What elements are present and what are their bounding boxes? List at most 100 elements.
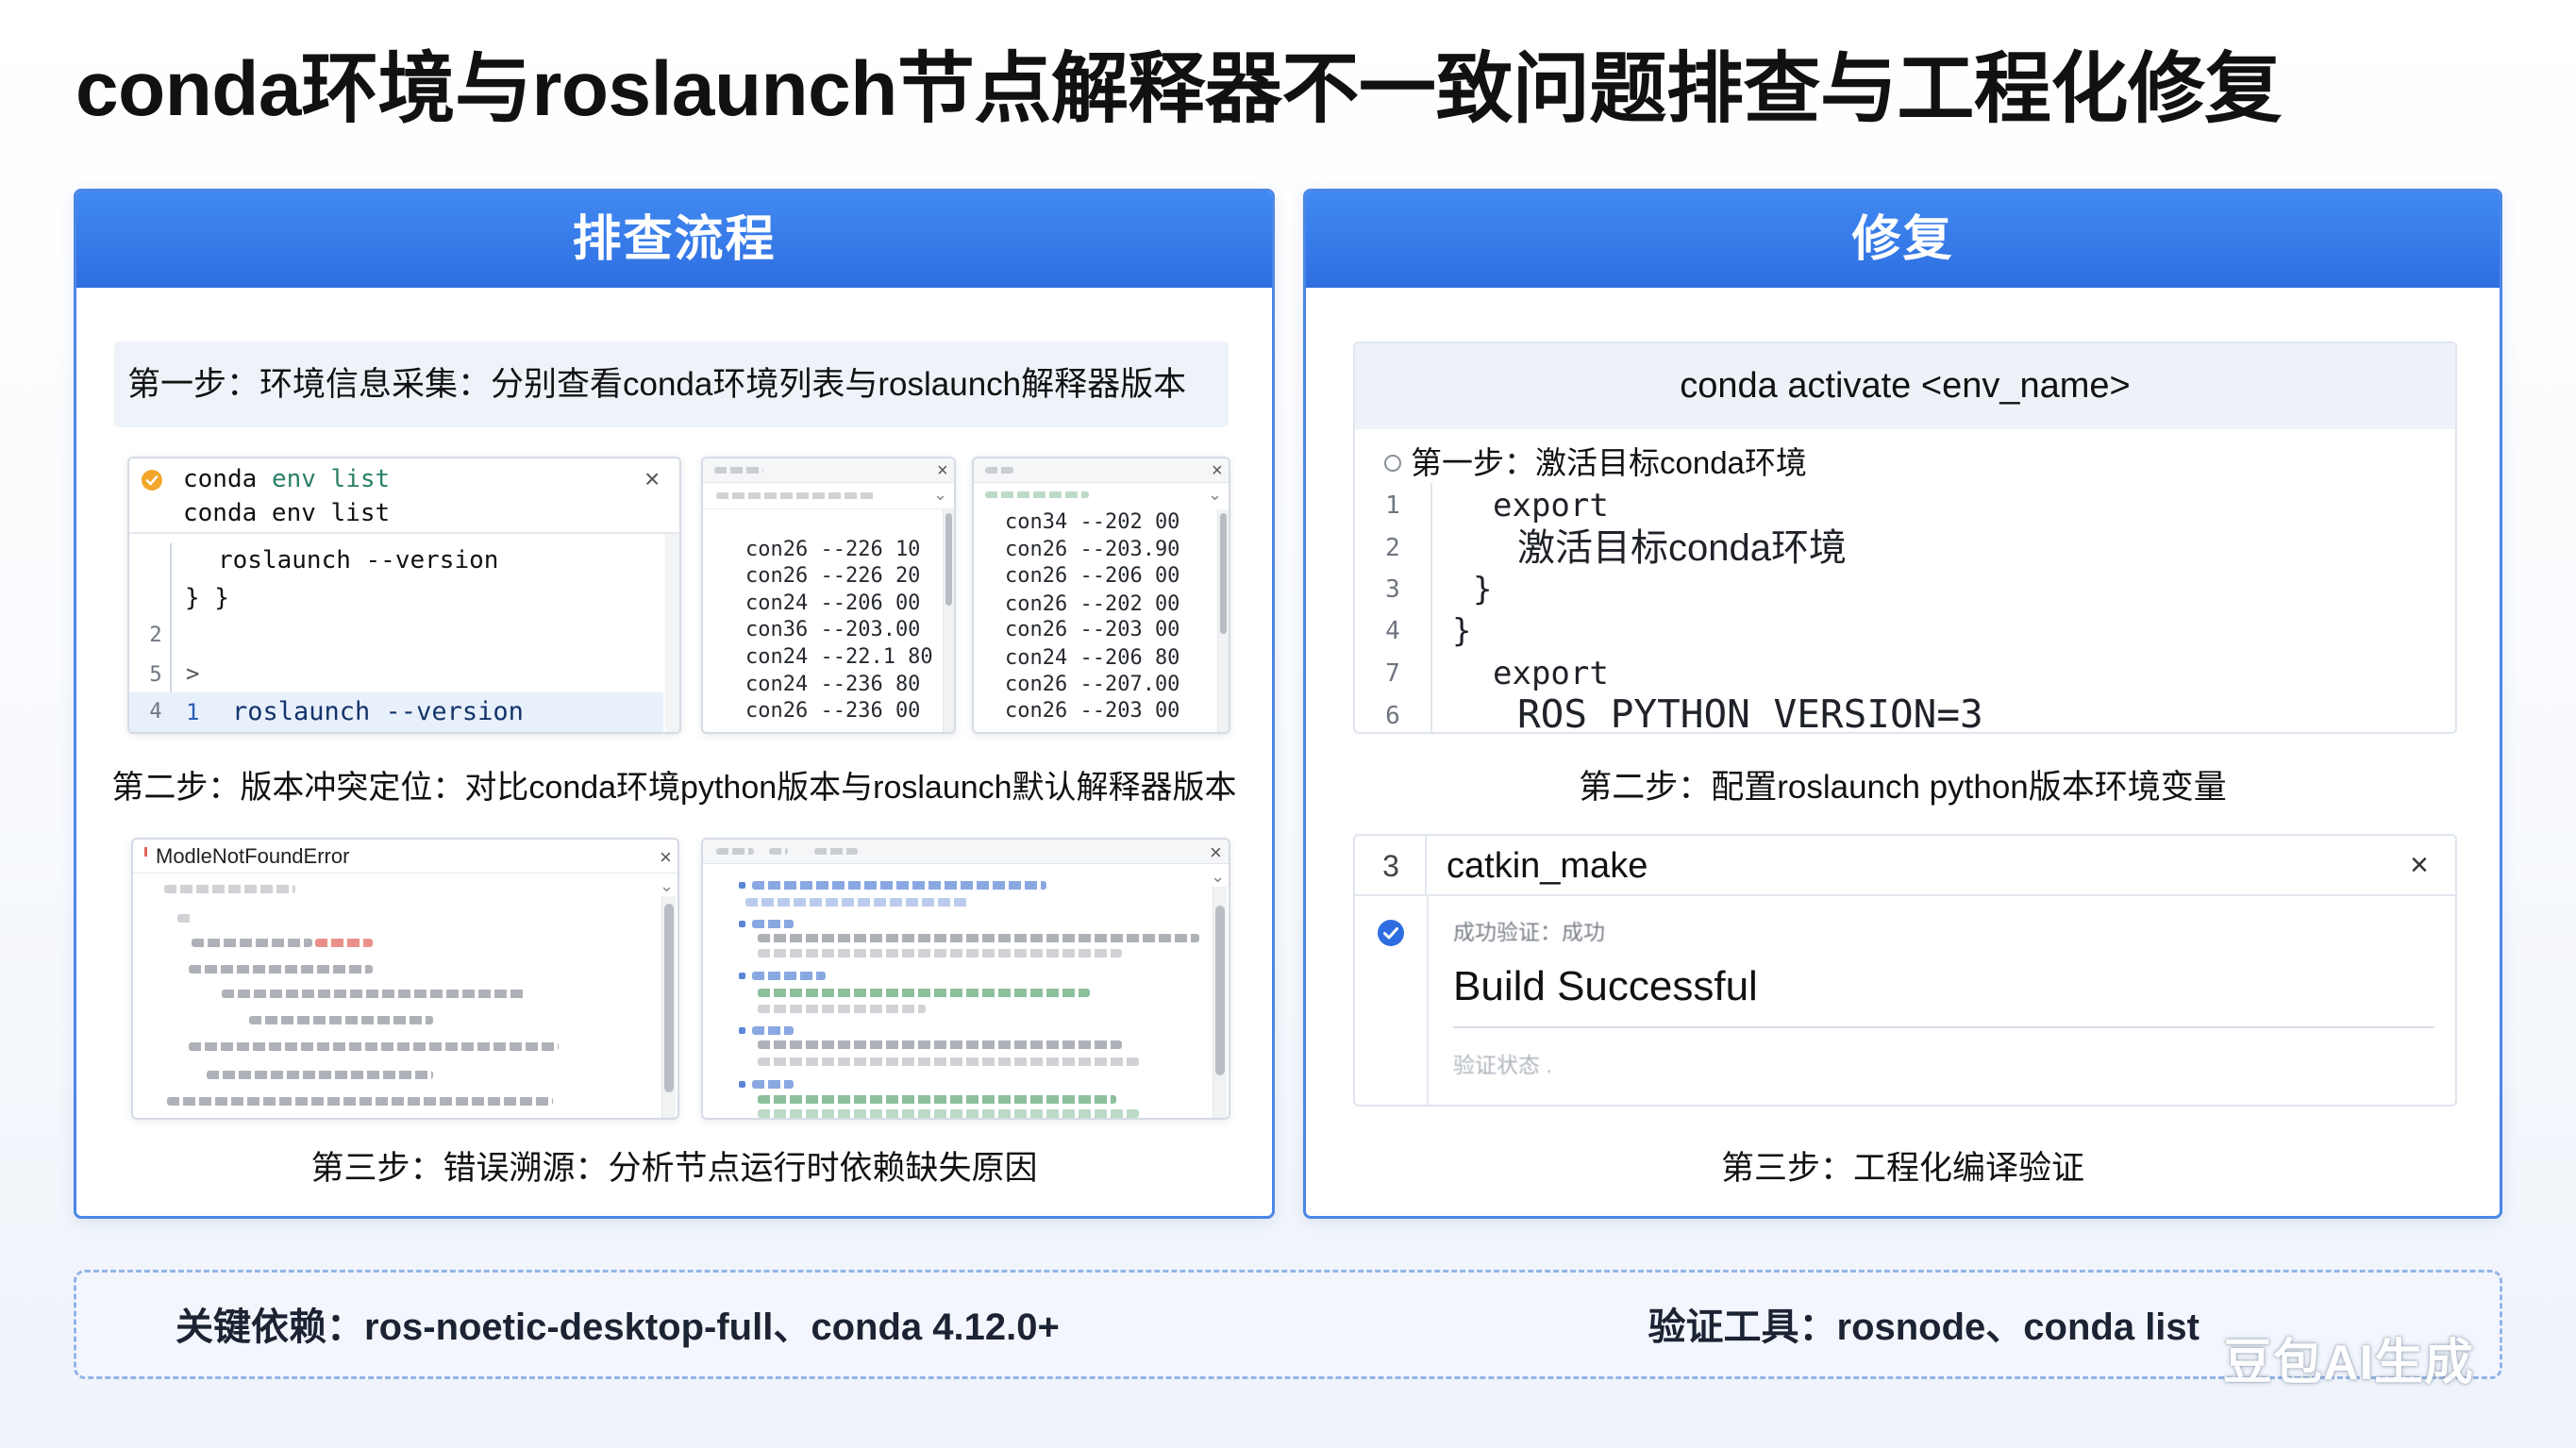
blurred-log-line (758, 1040, 1122, 1049)
scrollbar-thumb[interactable] (1220, 513, 1227, 634)
scrollbar[interactable] (943, 509, 954, 732)
version-line: con26 --226 10 (745, 538, 921, 561)
code-line: 激活目标conda环境 (1517, 527, 1847, 569)
scrollbar[interactable] (1217, 509, 1229, 732)
version-output: con34 --202 00 con26 --203.90 con26 --20… (1005, 458, 1213, 732)
blurred-log-line (745, 898, 969, 907)
code-line: } (1473, 571, 1493, 608)
radio-circle-icon[interactable] (1381, 452, 1404, 474)
blurred-text-line (167, 1097, 553, 1106)
code-line: } (1452, 612, 1472, 650)
line-number: 3 (1382, 849, 1399, 883)
code-line: export (1493, 487, 1609, 524)
version-line: con24 --206 80 (1005, 646, 1180, 670)
line-number: 4 (1385, 617, 1400, 645)
chevron-right-icon[interactable]: > (186, 659, 199, 688)
closing-braces-line: } } (185, 584, 229, 612)
roslaunch-version-line: roslaunch --version (218, 546, 499, 574)
close-icon[interactable]: × (2410, 849, 2429, 881)
error-window-title: ModleNotFoundError (156, 844, 350, 868)
version-output: con26 --226 10 con26 --226 20 con24 --20… (745, 458, 939, 732)
blurred-log-line (758, 989, 1090, 997)
blurred-log-line (752, 1080, 794, 1089)
blurred-text-line (177, 914, 193, 923)
blurred-log-line (752, 1026, 794, 1035)
build-command: catkin_make (1447, 846, 1648, 886)
log-marker (739, 921, 745, 927)
window-titlebar (703, 840, 1229, 864)
build-output-box: 3 catkin_make × 成功验证：成功 Build Successful… (1353, 834, 2457, 1107)
fix-panel-header: 修复 (1306, 191, 2500, 288)
close-icon[interactable]: × (1210, 842, 1222, 863)
blurred-title-text (716, 848, 754, 855)
version-line: con24 --236 80 (745, 673, 921, 696)
footer-info-box: 关键依赖：ros-noetic-desktop-full、conda 4.12.… (74, 1270, 2502, 1379)
blurred-log-line (758, 1109, 1139, 1118)
error-window: ModleNotFoundError × ⌄ (131, 838, 679, 1120)
blurred-title-text (814, 848, 858, 855)
terminal-title: conda env list (183, 463, 390, 495)
line-number: 1 (1385, 491, 1400, 520)
scrollbar-thumb[interactable] (664, 904, 674, 1092)
scrollbar-thumb[interactable] (945, 513, 952, 606)
version-line: con26 --203 00 (1005, 699, 1180, 723)
close-icon[interactable]: × (660, 847, 672, 868)
troubleshooting-panel-header: 排查流程 (76, 191, 1272, 288)
highlighted-line-number: 1 (186, 699, 200, 725)
blurred-log-line (752, 881, 1046, 890)
version-window-a: × ⌄ con26 --226 10 con26 --226 20 con24 … (701, 457, 956, 734)
warning-circle-icon (142, 470, 162, 491)
scrollbar[interactable] (1213, 887, 1227, 1118)
step2-label: 第二步：版本冲突定位：对比conda环境python版本与roslaunch默认… (111, 770, 1237, 806)
step3-label: 第三步：错误溯源：分析节点运行时依赖缺失原因 (310, 1150, 1038, 1187)
highlighted-command: roslaunch --version (232, 697, 524, 726)
code-line: ROS_PYTHON_VERSION=3 (1517, 691, 1983, 734)
log-marker (739, 1027, 745, 1034)
fix-panel: 修复 conda activate <env_name> 第一步：激活目标con… (1303, 189, 2502, 1219)
blurred-text-line (192, 939, 312, 947)
version-line: con26 --203.90 (1005, 538, 1180, 561)
close-icon[interactable]: × (644, 466, 660, 492)
chevron-down-icon[interactable]: ⌄ (660, 877, 674, 894)
blurred-log-line (758, 1095, 1116, 1104)
build-result: Build Successful (1453, 963, 1758, 1009)
watermark: 豆包AI生成 (2223, 1336, 2475, 1390)
chevron-down-icon[interactable]: ⌄ (1211, 868, 1225, 885)
version-line: con26 --236 00 (745, 699, 921, 723)
log-marker (739, 1081, 745, 1088)
close-icon[interactable]: × (1212, 461, 1223, 480)
blurred-log-line (758, 1057, 1139, 1066)
version-line: con36 --203.00 (745, 618, 921, 641)
version-line: con34 --202 00 (1005, 510, 1180, 534)
version-line: con24 --206 00 (745, 591, 921, 615)
troubleshooting-panel: 排查流程 第一步：环境信息采集：分别查看conda环境列表与roslaunch解… (74, 189, 1275, 1219)
error-window-titlebar: ModleNotFoundError (133, 840, 677, 874)
check-circle-icon (1378, 920, 1404, 946)
fix-step2-label: 第二步：配置roslaunch python版本环境变量 (1579, 769, 2227, 806)
line-number: 6 (1385, 702, 1400, 730)
conda-env-terminal: conda env list × conda env list roslaunc… (127, 457, 681, 734)
blurred-log-line (758, 934, 1199, 942)
fix-step3-label: 第三步：工程化编译验证 (1720, 1150, 2084, 1187)
terminal-title-args: env list (271, 465, 391, 493)
dependency-log-window: × ⌄ (701, 838, 1230, 1120)
line-number: 2 (149, 624, 162, 647)
blurred-log-line (752, 920, 794, 928)
scrollbar[interactable] (661, 896, 676, 1118)
scrollbar-thumb[interactable] (1215, 906, 1225, 1075)
version-line: con26 --207.00 (1005, 673, 1180, 696)
error-marker (144, 847, 147, 857)
line-number: 5 (149, 663, 162, 687)
blurred-log-line (758, 949, 1122, 957)
blurred-text-line (164, 885, 295, 893)
blurred-text-line (249, 1016, 433, 1024)
blurred-text-line (189, 1042, 559, 1051)
build-divider (1453, 1026, 2434, 1028)
blurred-error-text (315, 939, 373, 947)
terminal-divider (129, 532, 679, 534)
version-line: con26 --202 00 (1005, 592, 1180, 616)
verification-tools: 验证工具：rosnode、conda list (1648, 1307, 2200, 1348)
version-line: con26 --203 00 (1005, 618, 1180, 641)
terminal-scrollbar[interactable] (665, 534, 679, 732)
line-number: 3 (1385, 575, 1400, 604)
